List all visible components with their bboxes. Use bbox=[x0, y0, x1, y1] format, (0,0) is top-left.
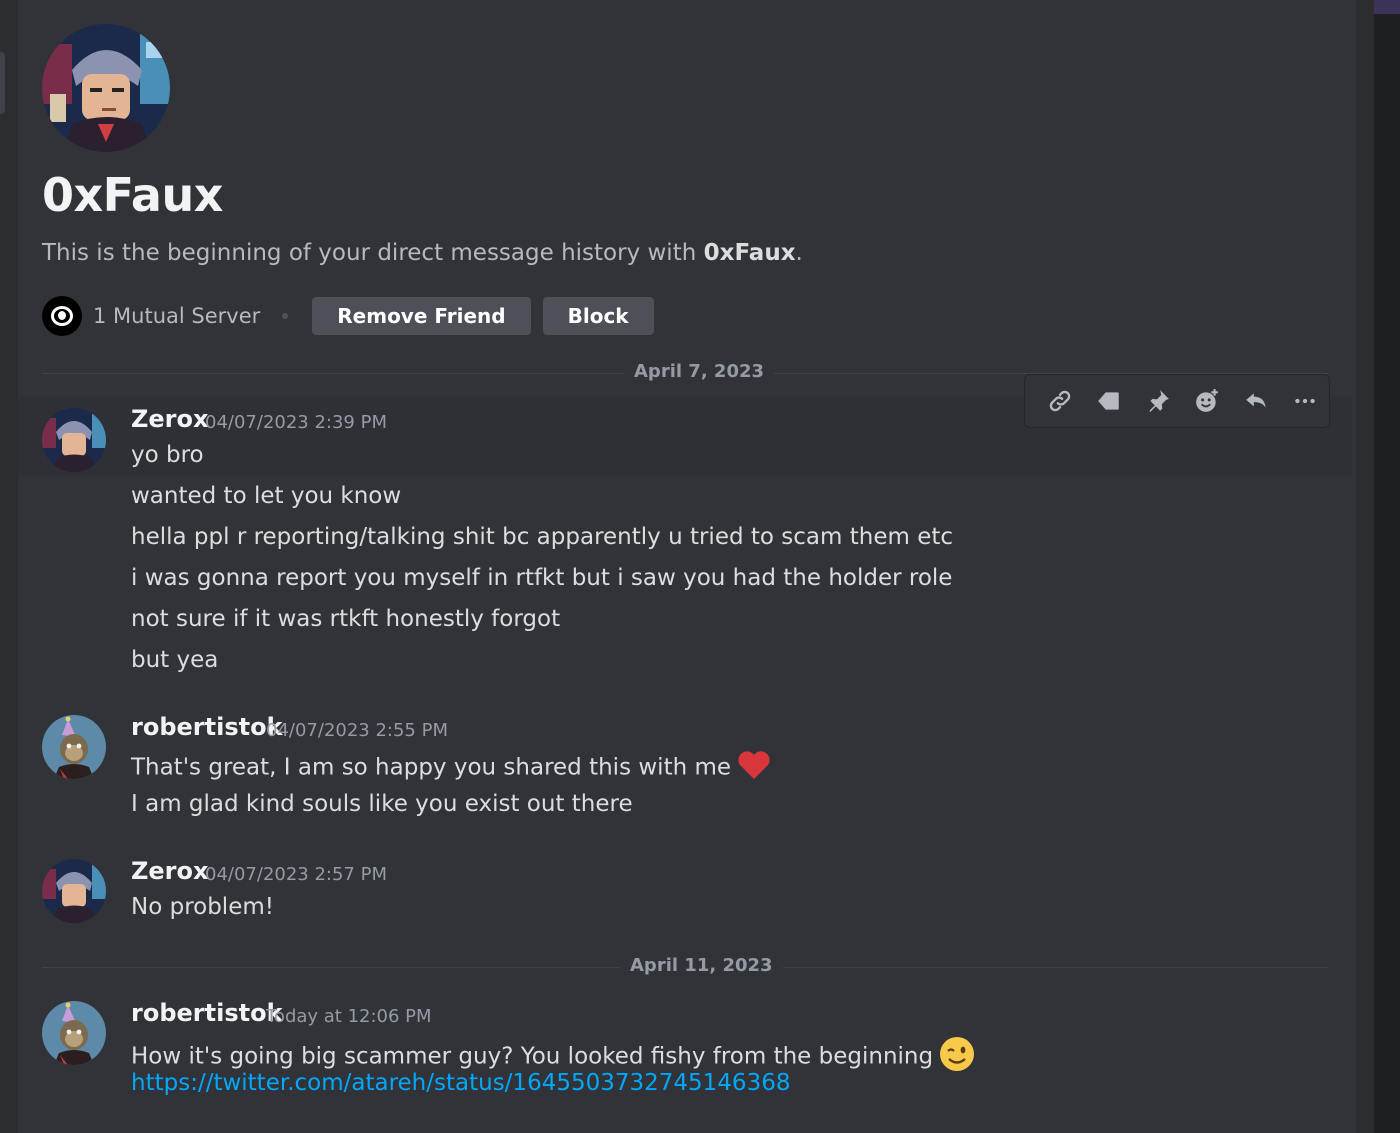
scrollbar-track[interactable] bbox=[1356, 0, 1374, 1133]
message-text: That's great, I am so happy you shared t… bbox=[131, 754, 732, 781]
mutual-server-icon[interactable] bbox=[42, 296, 82, 336]
message-author[interactable]: Zerox bbox=[131, 405, 208, 433]
message-line: wanted to let you know bbox=[131, 483, 402, 509]
avatar[interactable] bbox=[42, 715, 106, 779]
scroll-nub[interactable] bbox=[0, 52, 5, 114]
message-author[interactable]: robertistok bbox=[131, 713, 283, 741]
heart-emoji-icon[interactable] bbox=[737, 750, 771, 786]
message-line: hella ppl r reporting/talking shit bc ap… bbox=[131, 524, 954, 550]
tag-icon[interactable] bbox=[1084, 381, 1133, 421]
wink-emoji-icon[interactable] bbox=[939, 1036, 975, 1078]
dm-intro-suffix: . bbox=[795, 240, 803, 266]
dm-intro-text: This is the beginning of your direct mes… bbox=[42, 240, 803, 266]
reply-icon[interactable] bbox=[1231, 381, 1280, 421]
message-timestamp: 04/07/2023 2:55 PM bbox=[266, 720, 448, 741]
avatar[interactable] bbox=[42, 859, 106, 923]
profile-name: 0xFaux bbox=[42, 168, 223, 222]
pin-icon[interactable] bbox=[1133, 381, 1182, 421]
mutual-servers-link[interactable]: 1 Mutual Server bbox=[93, 304, 260, 328]
dm-intro-username: 0xFaux bbox=[703, 240, 796, 266]
message-line: yo bro bbox=[131, 442, 204, 468]
more-icon[interactable] bbox=[1280, 381, 1329, 421]
message-actions-toolbar bbox=[1024, 374, 1330, 428]
block-button[interactable]: Block bbox=[542, 297, 654, 335]
left-panel-edge bbox=[0, 0, 18, 1133]
message-line: i was gonna report you myself in rtfkt b… bbox=[131, 565, 953, 591]
add-reaction-icon[interactable] bbox=[1182, 381, 1231, 421]
right-panel-edge bbox=[1374, 0, 1400, 1133]
message-link[interactable]: https://twitter.com/atareh/status/164550… bbox=[131, 1070, 790, 1096]
message-line: I am glad kind souls like you exist out … bbox=[131, 791, 633, 817]
message-author[interactable]: Zerox bbox=[131, 857, 208, 885]
message-author[interactable]: robertistok bbox=[131, 999, 283, 1027]
message-timestamp: 04/07/2023 2:39 PM bbox=[205, 412, 387, 433]
message-text: How it's going big scammer guy? You look… bbox=[131, 1043, 934, 1070]
message-line: but yea bbox=[131, 647, 219, 673]
message-line: No problem! bbox=[131, 894, 274, 920]
separator-dot bbox=[282, 313, 289, 319]
avatar[interactable] bbox=[42, 1001, 106, 1065]
link-icon[interactable] bbox=[1035, 381, 1084, 421]
profile-avatar[interactable] bbox=[42, 24, 170, 152]
profile-actions: 1 Mutual Server Remove Friend Block bbox=[42, 296, 654, 336]
dm-intro-prefix: This is the beginning of your direct mes… bbox=[42, 240, 704, 266]
accent-strip bbox=[1374, 0, 1400, 14]
remove-friend-button[interactable]: Remove Friend bbox=[312, 297, 531, 335]
message-timestamp: Today at 12:06 PM bbox=[266, 1006, 432, 1027]
date-divider-label: April 11, 2023 bbox=[620, 955, 783, 976]
date-divider-label: April 7, 2023 bbox=[624, 361, 775, 382]
message-timestamp: 04/07/2023 2:57 PM bbox=[205, 864, 387, 885]
message-line: not sure if it was rtkft honestly forgot bbox=[131, 606, 561, 632]
avatar[interactable] bbox=[42, 408, 106, 472]
message-line: That's great, I am so happy you shared t… bbox=[131, 750, 771, 786]
